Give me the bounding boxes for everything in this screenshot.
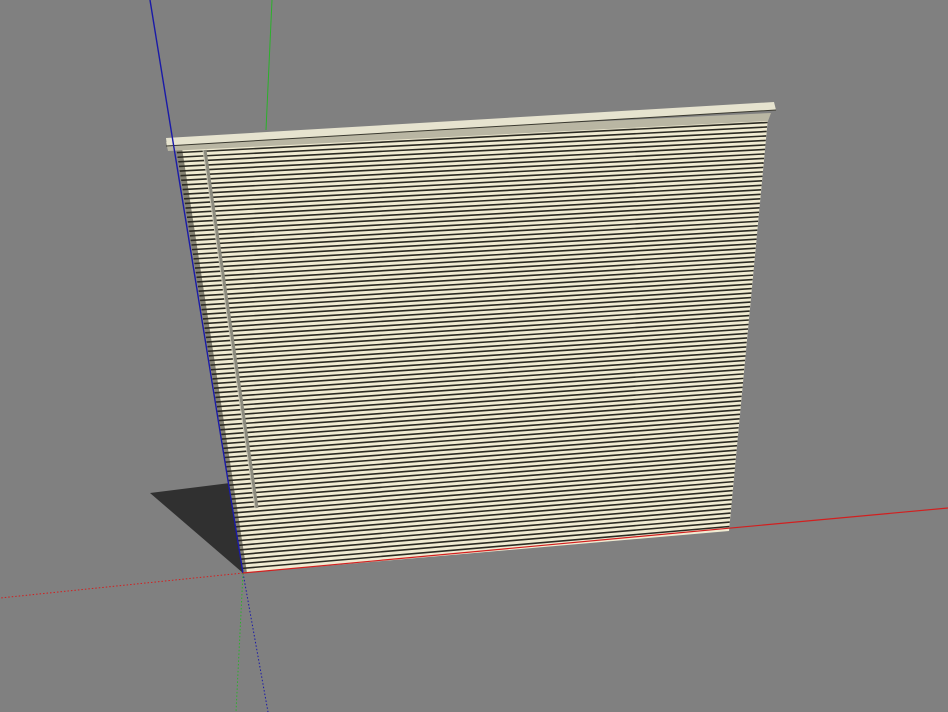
ground-shadow — [150, 483, 243, 573]
scene-canvas[interactable] — [0, 0, 948, 712]
z-axis-negative-line — [242, 572, 269, 712]
3d-viewport[interactable] — [0, 0, 948, 712]
x-axis-negative-line — [0, 572, 244, 599]
y-axis-negative-line — [235, 572, 244, 712]
window-blind[interactable] — [165, 102, 777, 573]
y-axis-positive-line — [265, 0, 273, 131]
